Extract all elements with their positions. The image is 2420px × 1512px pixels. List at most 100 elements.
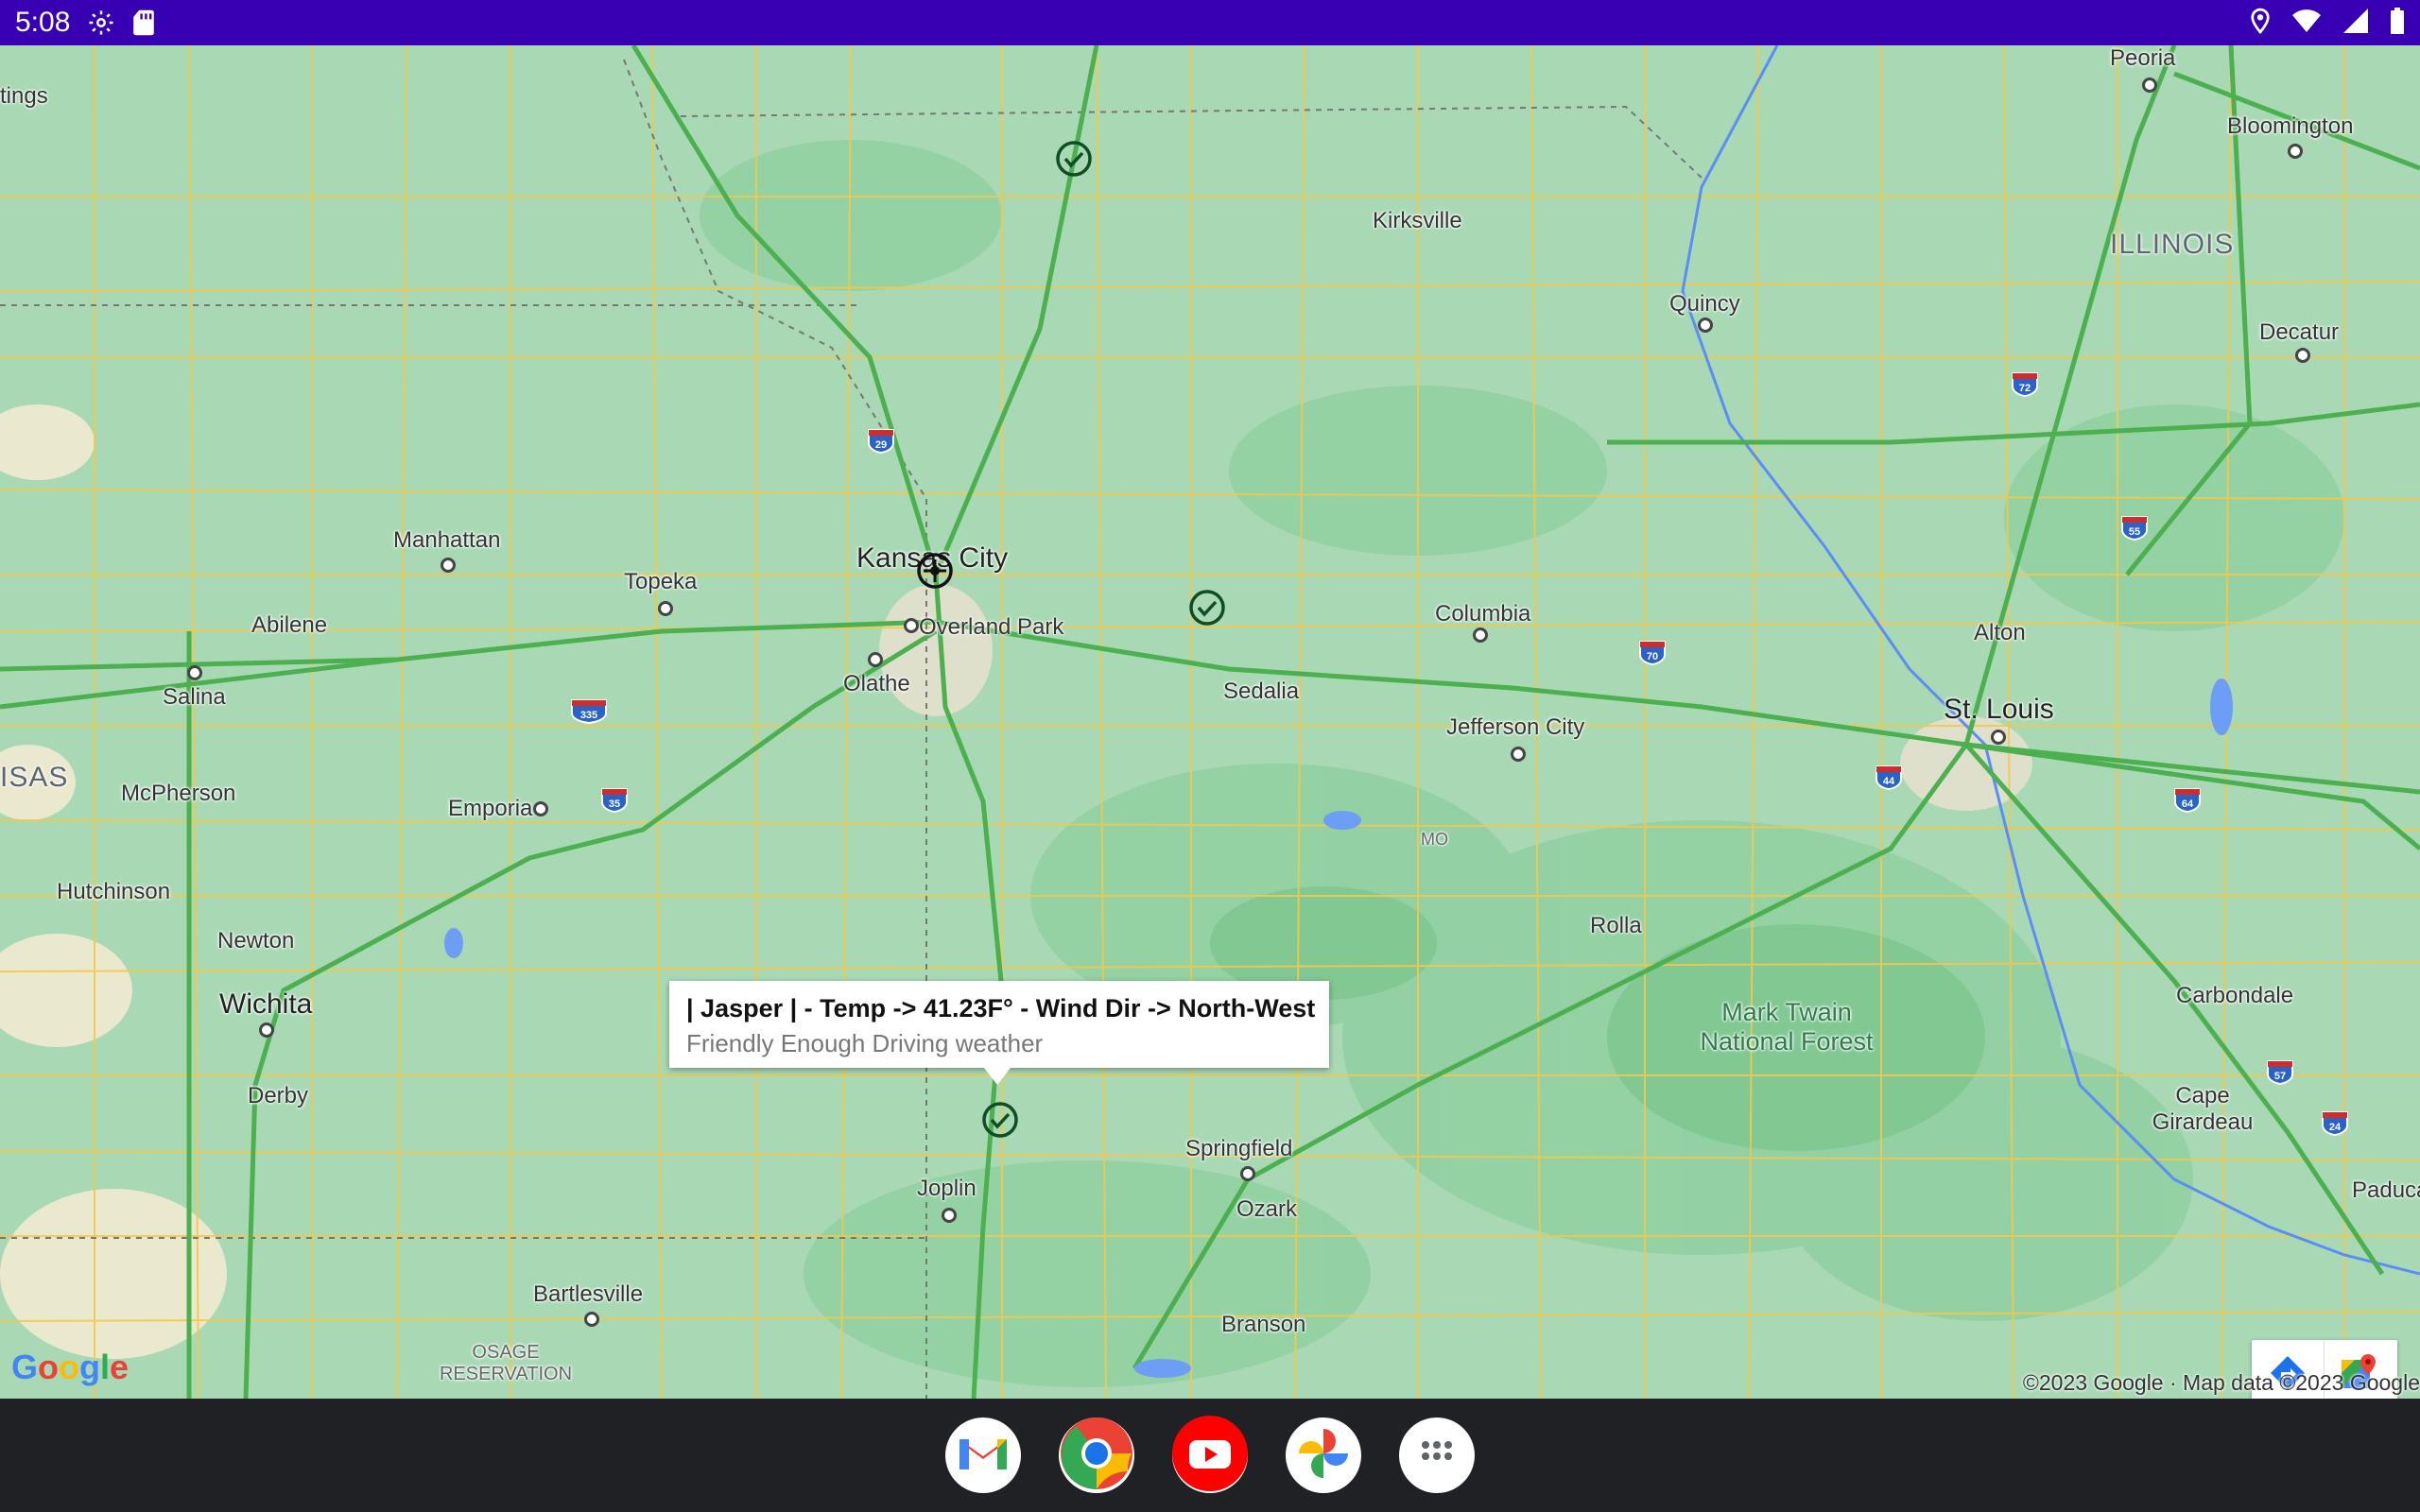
svg-text:55: 55 bbox=[2129, 526, 2140, 538]
city-dot bbox=[584, 1312, 599, 1327]
city-label-st-louis: St. Louis bbox=[1944, 694, 2054, 725]
city-label-emporia: Emporia bbox=[448, 796, 533, 821]
city-label-wichita: Wichita bbox=[219, 988, 313, 1020]
city-label-carbondale: Carbondale bbox=[2176, 983, 2294, 1008]
chrome-app[interactable] bbox=[1059, 1417, 1134, 1495]
city-label-olathe: Olathe bbox=[843, 671, 910, 696]
gear-icon bbox=[87, 9, 115, 37]
svg-text:44: 44 bbox=[1883, 776, 1895, 787]
city-dot bbox=[2288, 144, 2303, 159]
city-dot bbox=[658, 601, 673, 616]
battery-icon bbox=[2390, 7, 2405, 39]
svg-text:57: 57 bbox=[2274, 1071, 2286, 1082]
city-label-overland-park: Overland Park bbox=[919, 614, 1064, 640]
chrome-icon bbox=[1060, 1417, 1133, 1495]
check-circle-icon[interactable] bbox=[1055, 140, 1093, 178]
city-label-sedalia: Sedalia bbox=[1223, 679, 1300, 704]
interstate-shield-35: 35 bbox=[601, 788, 628, 814]
state-label-missouri: MO bbox=[1421, 830, 1448, 849]
city-label-topeka: Topeka bbox=[624, 569, 698, 594]
app-drawer-button[interactable] bbox=[1399, 1418, 1475, 1493]
svg-text:335: 335 bbox=[580, 710, 597, 721]
google-logo: Google bbox=[11, 1348, 130, 1386]
city-label-springfield: Springfield bbox=[1185, 1136, 1293, 1161]
photos-icon bbox=[1295, 1425, 1352, 1486]
city-dot bbox=[942, 1208, 957, 1223]
youtube-app[interactable] bbox=[1172, 1415, 1248, 1496]
city-label-newton: Newton bbox=[217, 928, 295, 954]
city-label-salina: Salina bbox=[163, 684, 226, 710]
svg-text:35: 35 bbox=[609, 799, 620, 810]
interstate-shield-64: 64 bbox=[2174, 788, 2201, 814]
svg-text:64: 64 bbox=[2182, 799, 2194, 810]
city-label-manhattan: Manhattan bbox=[393, 527, 501, 553]
info-window-title: | Jasper | - Temp -> 41.23F° - Wind Dir … bbox=[686, 994, 1316, 1022]
city-label-paducah: Paduca bbox=[2352, 1177, 2420, 1203]
city-dot bbox=[533, 801, 548, 816]
city-label-kirksville: Kirksville bbox=[1373, 208, 1462, 233]
city-label-bloomington: Bloomington bbox=[2227, 113, 2354, 139]
city-dot bbox=[2295, 348, 2310, 363]
city-dot bbox=[2142, 77, 2157, 93]
city-dot bbox=[1698, 318, 1713, 333]
youtube-icon bbox=[1172, 1415, 1248, 1496]
city-label-columbia: Columbia bbox=[1435, 601, 1531, 627]
city-label-derby: Derby bbox=[248, 1083, 309, 1108]
map-copyright: ©2023 Google · Map data ©2023 Google bbox=[2022, 1370, 2420, 1395]
reservation-label: OSAGE RESERVATION bbox=[439, 1342, 573, 1384]
app-drawer-icon bbox=[1418, 1439, 1456, 1472]
interstate-shield-57: 57 bbox=[2267, 1060, 2293, 1086]
city-dot bbox=[904, 618, 919, 633]
map-view[interactable]: tings ILLINOIS ISAS MO Mark Twain Nation… bbox=[0, 45, 2420, 1399]
city-dot bbox=[187, 665, 202, 680]
forest-label: Mark Twain National Forest bbox=[1700, 998, 1874, 1056]
check-circle-icon[interactable] bbox=[1188, 589, 1226, 627]
signal-icon bbox=[2342, 8, 2369, 39]
interstate-shield-70: 70 bbox=[1639, 641, 1666, 666]
city-label-alton: Alton bbox=[1974, 620, 2026, 645]
city-label-joplin: Joplin bbox=[917, 1176, 977, 1201]
app-dock bbox=[0, 1399, 2420, 1512]
info-window-snippet: Friendly Enough Driving weather bbox=[686, 1029, 1044, 1057]
status-time: 5:08 bbox=[15, 7, 71, 38]
svg-text:70: 70 bbox=[1647, 651, 1658, 662]
photos-app[interactable] bbox=[1286, 1418, 1361, 1493]
interstate-shield-72: 72 bbox=[2012, 372, 2038, 398]
city-dot bbox=[441, 558, 456, 573]
state-label-kansas: ISAS bbox=[0, 762, 69, 793]
check-circle-icon[interactable] bbox=[981, 1101, 1019, 1139]
status-bar: 5:08 bbox=[0, 0, 2420, 45]
city-label-branson: Branson bbox=[1221, 1312, 1306, 1337]
city-dot bbox=[1240, 1166, 1255, 1181]
gmail-app[interactable] bbox=[945, 1418, 1021, 1493]
map-base-layer bbox=[0, 45, 2420, 1399]
city-label-decatur: Decatur bbox=[2259, 319, 2340, 345]
interstate-shield-44: 44 bbox=[1876, 765, 1902, 791]
city-dot bbox=[1511, 747, 1526, 762]
svg-text:72: 72 bbox=[2019, 383, 2031, 394]
sd-card-icon bbox=[132, 9, 155, 37]
city-label-jefferson-city: Jefferson City bbox=[1446, 714, 1585, 740]
city-label-rolla: Rolla bbox=[1590, 913, 1642, 938]
interstate-shield-29: 29 bbox=[868, 429, 894, 455]
interstate-shield-24: 24 bbox=[2322, 1111, 2348, 1137]
current-location-icon[interactable] bbox=[916, 552, 954, 590]
city-label-bartlesville: Bartlesville bbox=[533, 1281, 644, 1307]
city-dot bbox=[868, 652, 883, 667]
city-dot bbox=[259, 1022, 274, 1038]
city-label-mcpherson: McPherson bbox=[121, 781, 236, 806]
edge-label: tings bbox=[0, 83, 48, 109]
wifi-icon bbox=[2291, 8, 2322, 39]
city-label-quincy: Quincy bbox=[1669, 291, 1740, 317]
svg-text:24: 24 bbox=[2329, 1122, 2342, 1133]
info-window-pointer bbox=[984, 1068, 1011, 1085]
city-label-hutchinson: Hutchinson bbox=[57, 879, 171, 904]
state-label-illinois: ILLINOIS bbox=[2110, 229, 2235, 260]
interstate-shield-55: 55 bbox=[2121, 516, 2148, 541]
city-dot bbox=[1991, 730, 2006, 745]
marker-info-window[interactable]: | Jasper | - Temp -> 41.23F° - Wind Dir … bbox=[669, 981, 1329, 1085]
interstate-shield-335: 335 bbox=[571, 699, 607, 725]
city-label-abilene: Abilene bbox=[251, 612, 328, 638]
city-label-peoria: Peoria bbox=[2110, 45, 2176, 71]
gmail-icon bbox=[958, 1434, 1009, 1478]
